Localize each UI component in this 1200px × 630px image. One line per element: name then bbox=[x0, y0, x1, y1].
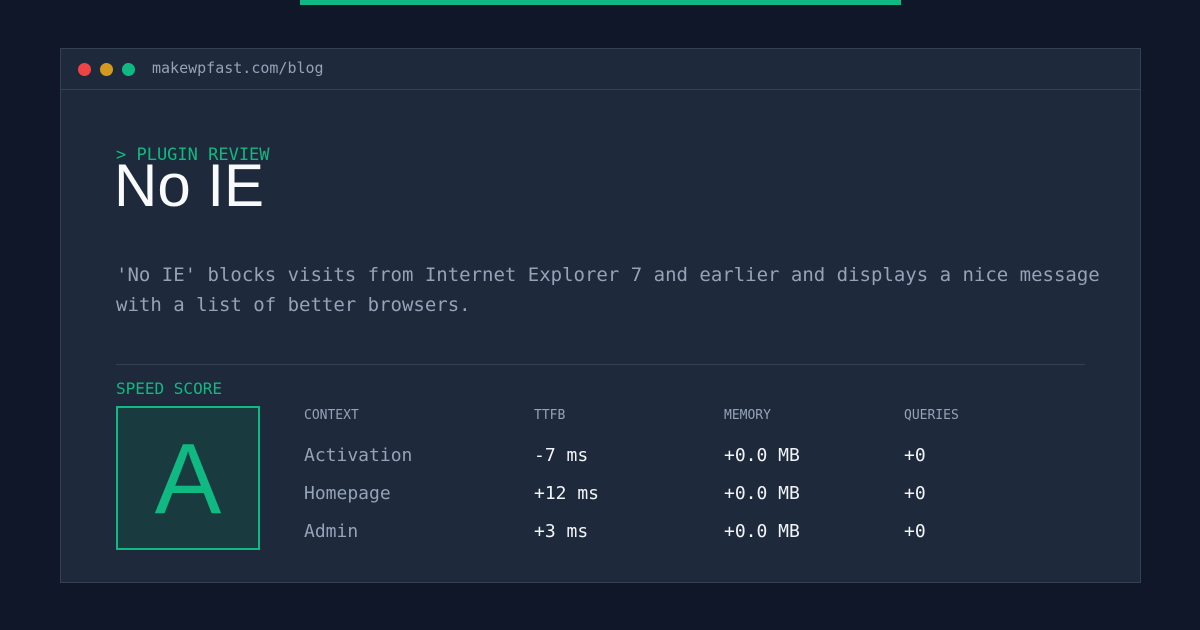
table-row-activation-memory: +0.0 MB bbox=[724, 445, 800, 466]
column-header-context: CONTEXT bbox=[304, 408, 359, 423]
close-window-dot[interactable] bbox=[78, 63, 91, 76]
minimize-window-dot[interactable] bbox=[100, 63, 113, 76]
table-row-activation-context: Activation bbox=[304, 445, 413, 466]
browser-window: makewpfast.com/blog > PLUGIN REVIEW No I… bbox=[60, 48, 1141, 583]
column-header-memory: MEMORY bbox=[724, 408, 771, 423]
window-titlebar: makewpfast.com/blog bbox=[61, 49, 1140, 90]
speed-score-label: SPEED SCORE bbox=[116, 379, 222, 398]
page-title: No IE bbox=[114, 152, 265, 219]
plugin-description: 'No IE' blocks visits from Internet Expl… bbox=[116, 264, 1100, 316]
table-row-homepage-queries: +0 bbox=[904, 483, 926, 504]
table-row-homepage-memory: +0.0 MB bbox=[724, 483, 800, 504]
table-row-admin-queries: +0 bbox=[904, 521, 926, 542]
section-divider bbox=[116, 364, 1085, 365]
speed-score-badge: A bbox=[116, 406, 260, 550]
table-row-activation-ttfb: -7 ms bbox=[534, 445, 589, 466]
table-row-admin-ttfb: +3 ms bbox=[534, 521, 589, 542]
table-row-homepage-ttfb: +12 ms bbox=[534, 483, 600, 504]
speed-grade: A bbox=[154, 423, 222, 535]
maximize-window-dot[interactable] bbox=[122, 63, 135, 76]
table-row-admin-context: Admin bbox=[304, 521, 359, 542]
address-url: makewpfast.com/blog bbox=[152, 59, 324, 77]
table-row-activation-queries: +0 bbox=[904, 445, 926, 466]
column-header-queries: QUERIES bbox=[904, 408, 959, 423]
top-accent-bar bbox=[300, 0, 901, 5]
column-header-ttfb: TTFB bbox=[534, 408, 566, 423]
table-row-admin-memory: +0.0 MB bbox=[724, 521, 800, 542]
table-row-homepage-context: Homepage bbox=[304, 483, 391, 504]
